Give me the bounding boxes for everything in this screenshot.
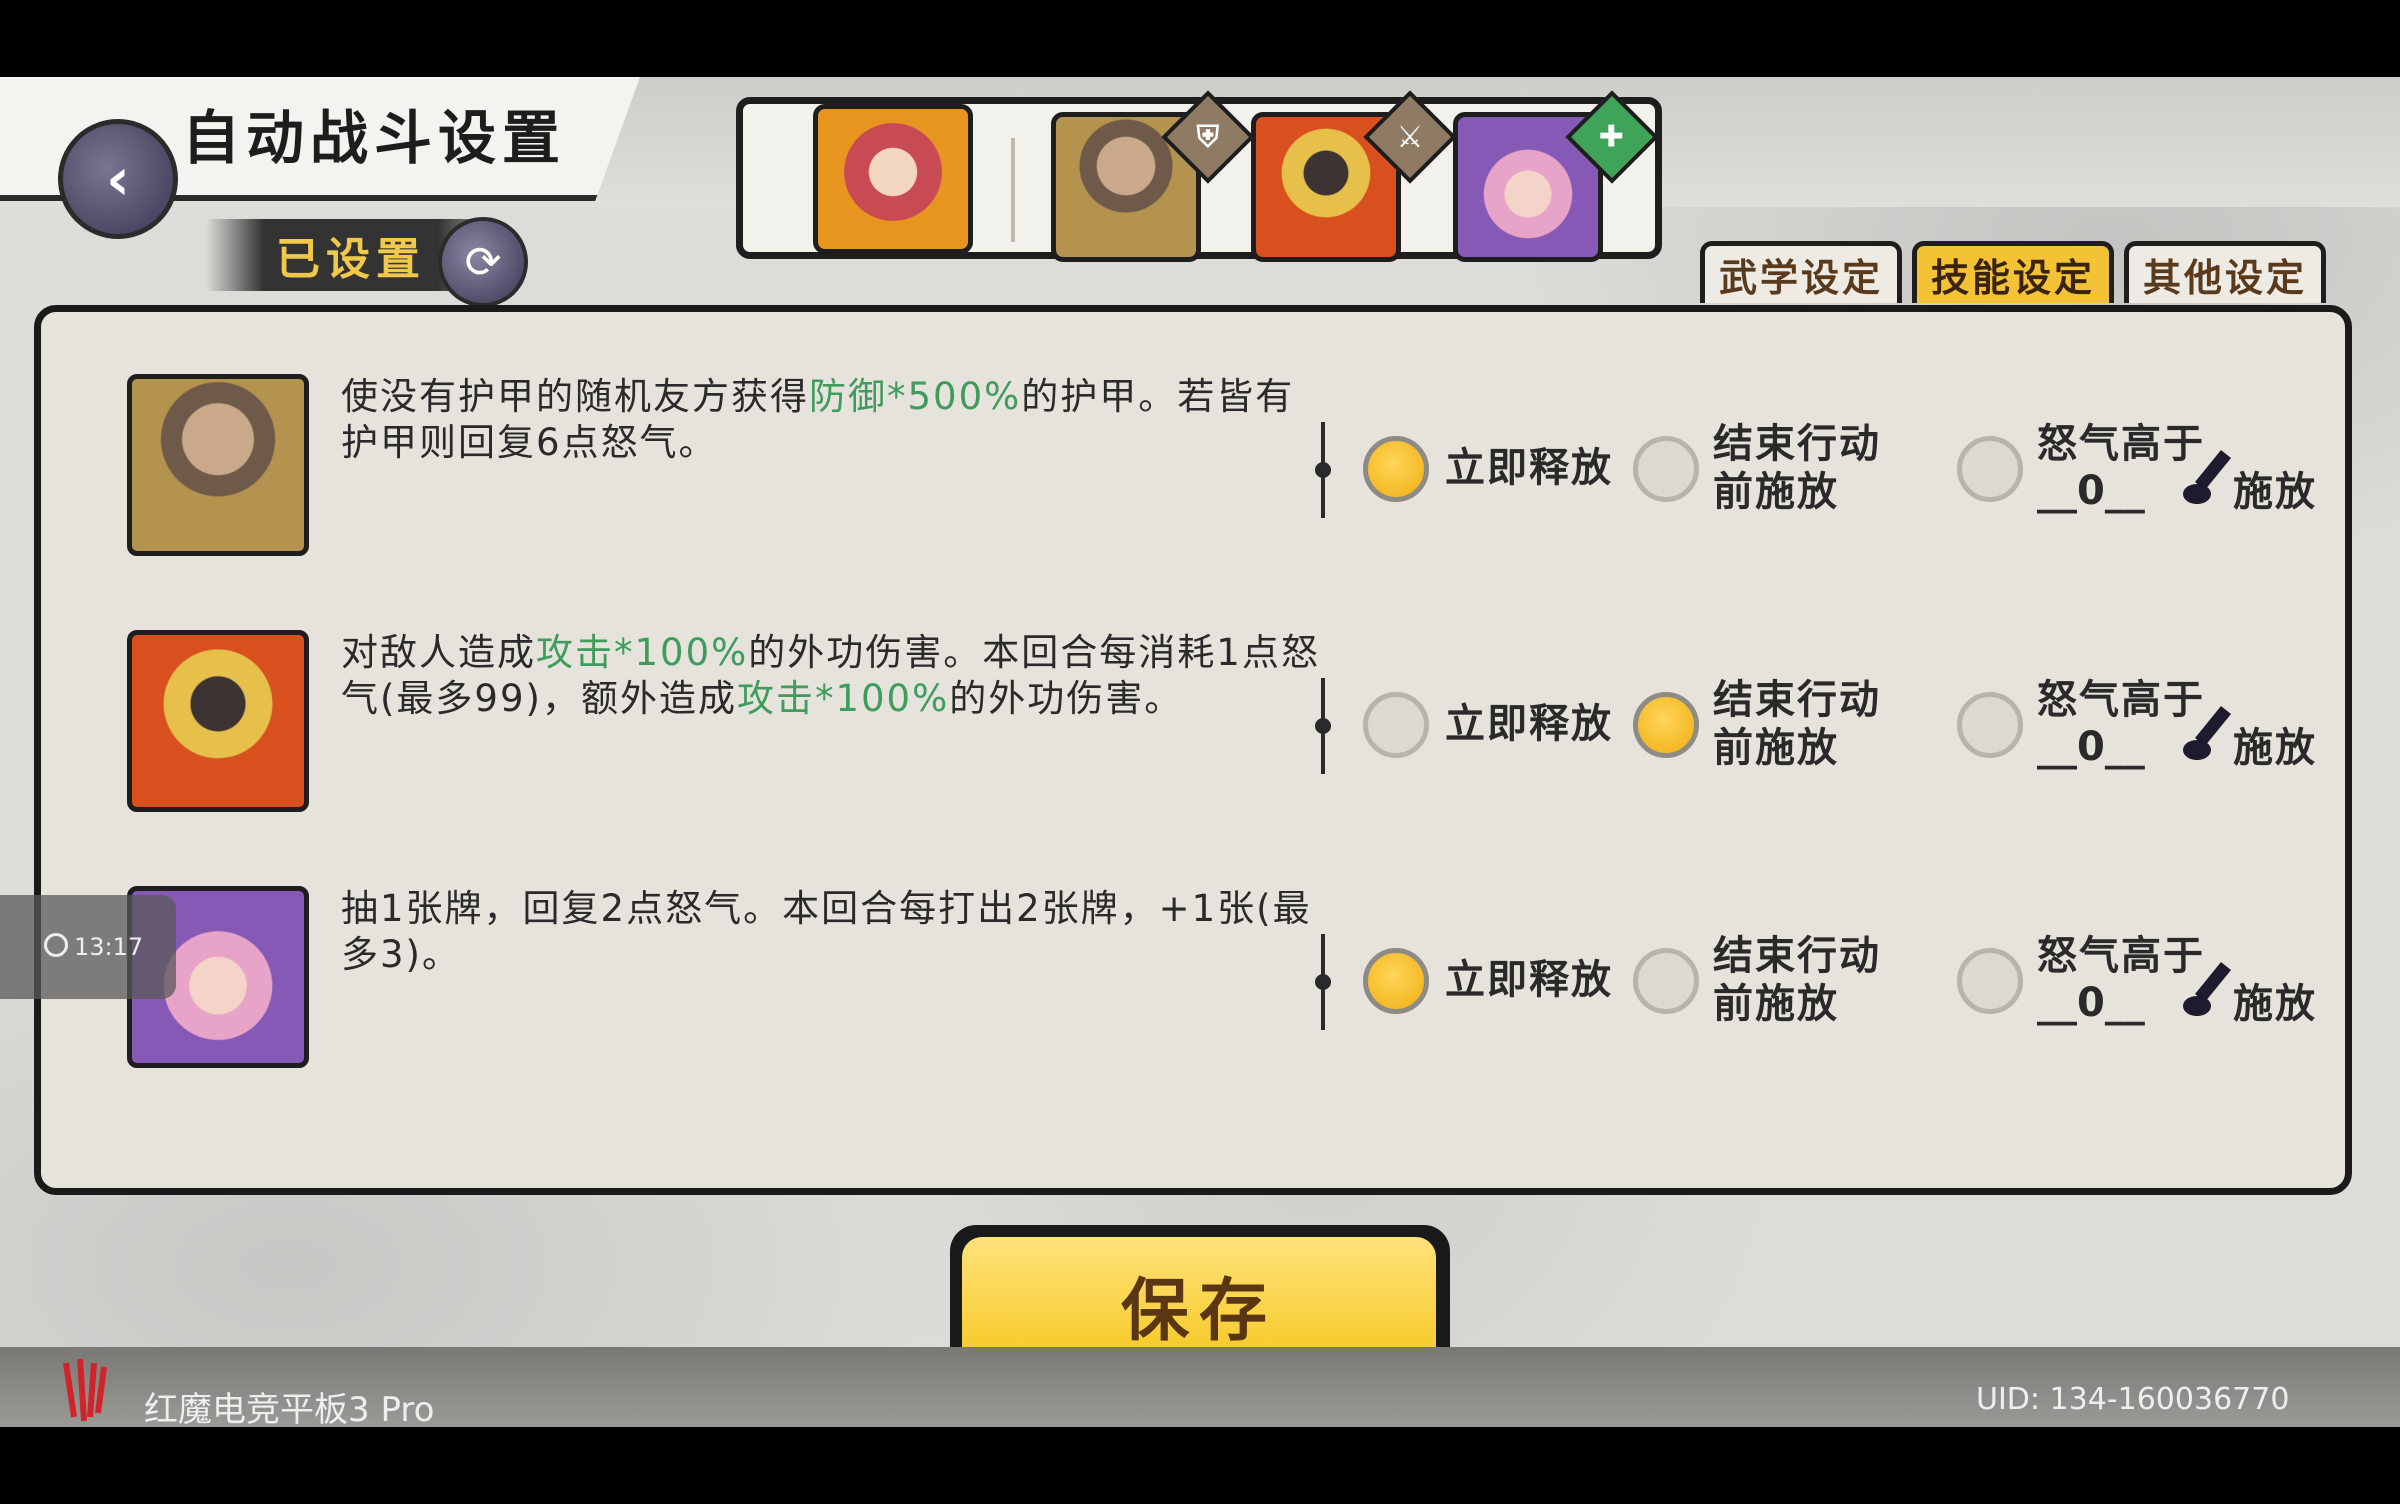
desc-text: 对敌人造成 [341, 631, 536, 674]
radio-rage-threshold[interactable] [1957, 692, 2023, 758]
status-label: 已设置 [276, 234, 426, 285]
page-title: 自动战斗设置 [182, 104, 567, 172]
end-action-line2: 前施放 [1713, 469, 1839, 515]
rage-suffix-label: 施放 [2233, 981, 2317, 1027]
end-action-label: 结束行动 前施放 [1713, 420, 1881, 516]
skill-row-3: 抽1张牌，回复2点怒气。本回合每打出2张牌，+1张(最多3)。 立即释放 结束行… [41, 886, 2345, 1136]
cast-options: 立即释放 结束行动 前施放 怒气高于 __0__ 施放 [1315, 418, 2321, 528]
skill-settings-panel: 使没有护甲的随机友方获得防御*500%的护甲。若皆有护甲则回复6点怒气。 立即释… [34, 305, 2352, 1195]
rage-label: 怒气高于 [2037, 421, 2205, 467]
radio-end-action[interactable] [1633, 436, 1699, 502]
brand-logo-icon [63, 1358, 107, 1422]
end-action-line1: 结束行动 [1713, 933, 1881, 979]
rage-threshold-input[interactable]: __0__ [2037, 468, 2145, 514]
back-arrow-icon: ‹ [106, 145, 130, 213]
end-action-label: 结束行动 前施放 [1713, 676, 1881, 772]
game-view: ‹ 自动战斗设置 已设置 ⟳ ⛨ ⚔ ✚ 武学设定 技能设定 其他设定 使没有护… [0, 77, 2400, 1427]
team-portrait-bar: ⛨ ⚔ ✚ [736, 90, 1662, 262]
radio-rage-threshold[interactable] [1957, 436, 2023, 502]
time-text: 13:17 [74, 933, 144, 961]
skill-description: 使没有护甲的随机友方获得防御*500%的护甲。若皆有护甲则回复6点怒气。 [341, 374, 1321, 466]
screen: ‹ 自动战斗设置 已设置 ⟳ ⛨ ⚔ ✚ 武学设定 技能设定 其他设定 使没有护… [0, 0, 2400, 1504]
tab-skills[interactable]: 技能设定 [1912, 241, 2114, 303]
rage-label: 怒气高于 [2037, 677, 2205, 723]
team-divider [1011, 138, 1015, 242]
desc-text: 的外功伤害。 [949, 677, 1184, 720]
desc-highlight: 攻击*100% [736, 677, 950, 720]
radio-end-action[interactable] [1633, 948, 1699, 1014]
skill-row-1: 使没有护甲的随机友方获得防御*500%的护甲。若皆有护甲则回复6点怒气。 立即释… [41, 374, 2345, 624]
brush-icon [2183, 706, 2231, 760]
radio-immediate[interactable] [1363, 436, 1429, 502]
back-button[interactable]: ‹ [58, 119, 178, 239]
skill-description: 抽1张牌，回复2点怒气。本回合每打出2张牌，+1张(最多3)。 [341, 886, 1321, 978]
rage-suffix-label: 施放 [2233, 725, 2317, 771]
immediate-label: 立即释放 [1445, 957, 1613, 1003]
rage-suffix-label: 施放 [2233, 469, 2317, 515]
tab-martial-arts[interactable]: 武学设定 [1700, 241, 1902, 303]
option-divider-dot [1315, 718, 1331, 734]
end-action-line1: 结束行动 [1713, 421, 1881, 467]
radio-rage-threshold[interactable] [1957, 948, 2023, 1014]
radio-immediate[interactable] [1363, 692, 1429, 758]
rage-threshold-input[interactable]: __0__ [2037, 980, 2145, 1026]
uid-label: UID: 134-160036770 [1976, 1382, 2290, 1417]
skill-icon-attack [127, 630, 309, 812]
desc-highlight: 防御*500% [809, 375, 1022, 418]
desc-text: 使没有护甲的随机友方获得 [341, 375, 809, 418]
skill-icon-armor [127, 374, 309, 556]
cast-options: 立即释放 结束行动 前施放 怒气高于 __0__ 施放 [1315, 930, 2321, 1040]
immediate-label: 立即释放 [1445, 701, 1613, 747]
tab-other[interactable]: 其他设定 [2124, 241, 2326, 303]
rage-label: 怒气高于 [2037, 933, 2205, 979]
end-action-line2: 前施放 [1713, 981, 1839, 1027]
clock-icon [44, 933, 68, 957]
brush-icon [2183, 962, 2231, 1016]
cast-options: 立即释放 结束行动 前施放 怒气高于 __0__ 施放 [1315, 674, 2321, 784]
swirl-icon: ⟳ [438, 217, 528, 307]
immediate-label: 立即释放 [1445, 445, 1613, 491]
brush-icon [2183, 450, 2231, 504]
time-overlay[interactable]: 13:17 [0, 895, 176, 999]
device-brand-label: 红魔电竞平板3 Pro [144, 1390, 435, 1427]
end-action-label: 结束行动 前施放 [1713, 932, 1881, 1028]
option-divider-dot [1315, 974, 1331, 990]
rage-threshold-input[interactable]: __0__ [2037, 724, 2145, 770]
hero-portrait-1[interactable] [813, 104, 973, 254]
end-action-line2: 前施放 [1713, 725, 1839, 771]
option-divider-dot [1315, 462, 1331, 478]
skill-row-2: 对敌人造成攻击*100%的外功伤害。本回合每消耗1点怒气(最多99)，额外造成攻… [41, 630, 2345, 880]
skill-description: 对敌人造成攻击*100%的外功伤害。本回合每消耗1点怒气(最多99)，额外造成攻… [341, 630, 1321, 722]
radio-immediate[interactable] [1363, 948, 1429, 1014]
radio-end-action[interactable] [1633, 692, 1699, 758]
end-action-line1: 结束行动 [1713, 677, 1881, 723]
desc-text: 抽1张牌，回复2点怒气。本回合每打出2张牌，+1张(最多3)。 [341, 887, 1312, 976]
desc-highlight: 攻击*100% [536, 631, 749, 674]
